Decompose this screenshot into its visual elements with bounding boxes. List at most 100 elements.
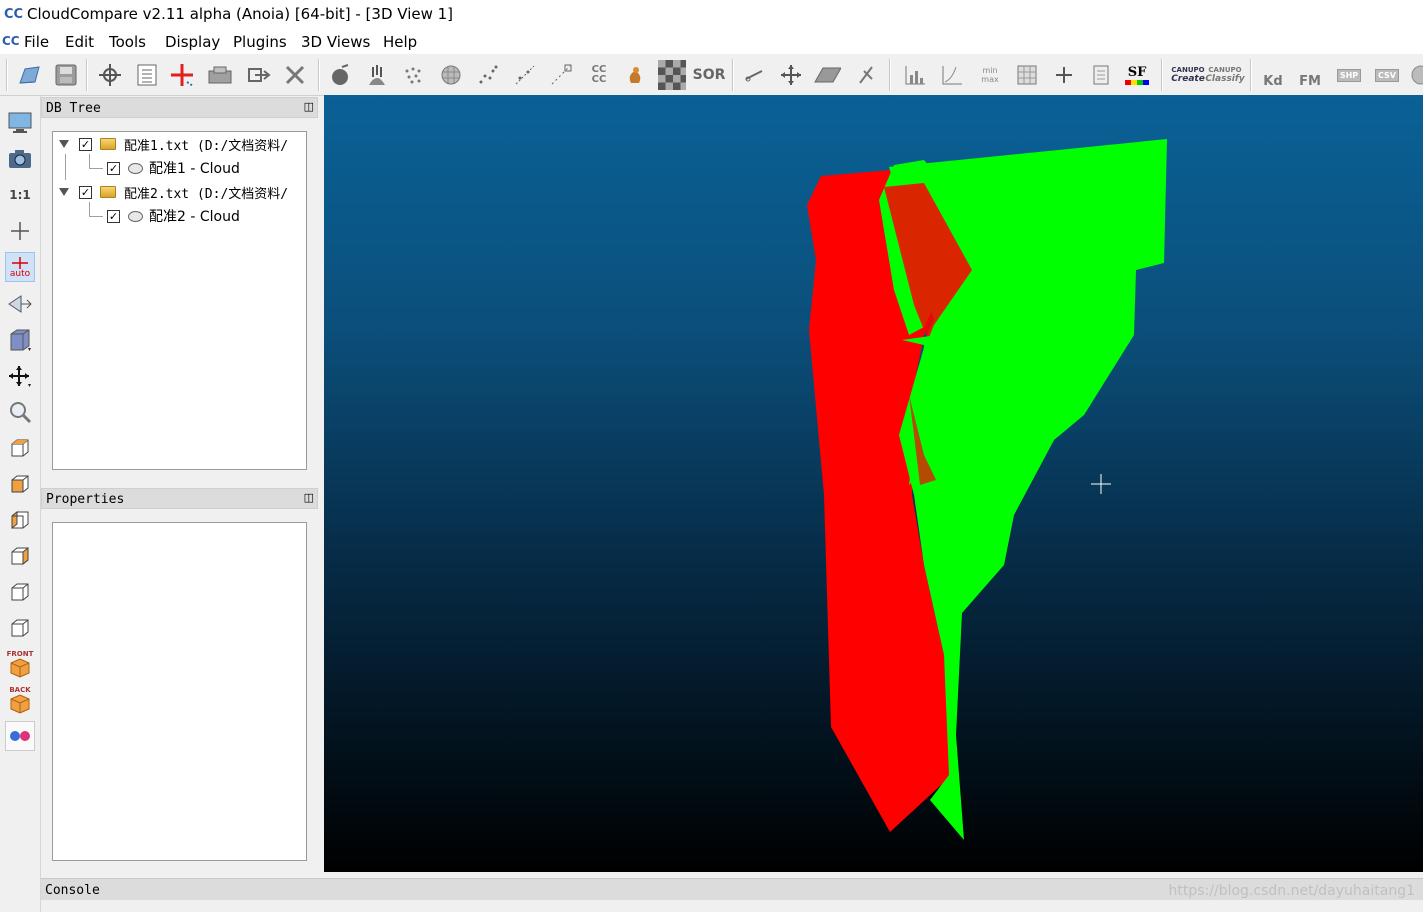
- pivot-icon[interactable]: [5, 216, 35, 246]
- pick-point-icon[interactable]: [96, 61, 124, 89]
- tree-checkbox[interactable]: ✓: [79, 185, 92, 199]
- compare-icon[interactable]: CC CC: [585, 61, 613, 89]
- clone-icon[interactable]: [206, 61, 234, 89]
- sf-label: SF: [1127, 65, 1147, 80]
- menu-edit[interactable]: Edit: [65, 33, 94, 51]
- expand-arrow-icon[interactable]: [59, 188, 69, 196]
- menu-file[interactable]: File: [24, 33, 49, 51]
- expand-arrow-icon[interactable]: [59, 140, 69, 148]
- plus-icon[interactable]: [1050, 61, 1078, 89]
- view-back-icon[interactable]: [5, 613, 35, 643]
- translate-rotate-icon[interactable]: [168, 61, 196, 89]
- view-toolbar: 1:1 auto FRONT BACK: [0, 96, 41, 912]
- zoom-icon[interactable]: [5, 397, 35, 427]
- move-icon[interactable]: [777, 61, 805, 89]
- view-right-icon[interactable]: [5, 541, 35, 571]
- float-panel-icon[interactable]: ◫: [304, 100, 314, 113]
- cloud-icon: [128, 162, 143, 174]
- save-icon[interactable]: [52, 61, 80, 89]
- camera-icon[interactable]: [5, 144, 35, 174]
- tree-item-cloud-1[interactable]: ✓ 配准1 - Cloud: [107, 157, 307, 179]
- back-label: BACK: [9, 686, 31, 694]
- min-label: min: [982, 66, 998, 75]
- float-panel-icon[interactable]: ◫: [304, 491, 314, 504]
- scatter-2-icon[interactable]: [511, 61, 539, 89]
- tree-checkbox[interactable]: ✓: [107, 161, 120, 175]
- view-front-icon[interactable]: [5, 469, 35, 499]
- canupo-create-label: Create: [1171, 74, 1205, 84]
- auto-pivot-icon[interactable]: auto: [5, 252, 35, 282]
- cloud-icon: [128, 210, 143, 222]
- mesh-icon[interactable]: [437, 61, 465, 89]
- properties-header: Properties ◫: [41, 488, 318, 509]
- tree-checkbox[interactable]: ✓: [79, 137, 92, 151]
- kd-icon[interactable]: Kd: [1259, 61, 1287, 89]
- cube-view-icon[interactable]: [5, 325, 35, 355]
- watermark: https://blog.csdn.net/dayuhaitang1: [1168, 883, 1415, 899]
- list-icon[interactable]: [133, 61, 161, 89]
- menu-3d-views[interactable]: 3D Views: [301, 33, 370, 51]
- delete-icon[interactable]: [281, 61, 309, 89]
- tree-item-cloud-2[interactable]: ✓ 配准2 - Cloud: [107, 205, 307, 227]
- csv-icon[interactable]: CSV: [1373, 61, 1401, 89]
- rotate-move-icon[interactable]: [5, 361, 35, 391]
- zoom-1-1-icon[interactable]: 1:1: [5, 180, 35, 210]
- tree-item-file-2[interactable]: ✓ 配准2.txt (D:/文档资料/: [59, 181, 307, 203]
- minmax-icon[interactable]: min max: [976, 61, 1004, 89]
- point-cloud-render: [807, 139, 1167, 840]
- subsample-icon[interactable]: [399, 61, 427, 89]
- view-left-icon[interactable]: [5, 505, 35, 535]
- menu-help[interactable]: Help: [383, 33, 417, 51]
- histogram-icon[interactable]: [901, 61, 929, 89]
- canupo-classify-icon[interactable]: CANUPO Classify: [1205, 61, 1244, 89]
- fm-icon[interactable]: FM: [1296, 61, 1324, 89]
- sor-icon[interactable]: SOR: [693, 61, 726, 89]
- tree-checkbox[interactable]: ✓: [107, 209, 120, 223]
- tree-item-label: 配准1.txt (D:/文档资料/: [124, 138, 289, 154]
- perspective-icon[interactable]: [5, 289, 35, 319]
- cursor-crosshair-icon: [1091, 474, 1111, 494]
- db-tree-panel[interactable]: ✓ 配准1.txt (D:/文档资料/ ✓ 配准1 - Cloud ✓ 配准2.…: [52, 131, 307, 470]
- shp-icon[interactable]: SHP: [1335, 61, 1363, 89]
- segment-icon[interactable]: [740, 61, 768, 89]
- properties-panel[interactable]: [52, 522, 307, 861]
- menu-app-icon[interactable]: CC: [2, 34, 20, 48]
- csv-label: CSV: [1375, 68, 1399, 82]
- scatter-icon[interactable]: [474, 61, 502, 89]
- sf-icon[interactable]: SF: [1123, 61, 1151, 89]
- normals-icon[interactable]: [363, 61, 391, 89]
- primitive-icon[interactable]: [621, 61, 649, 89]
- auto-label: auto: [9, 268, 31, 279]
- iso-front-icon[interactable]: FRONT: [5, 649, 35, 679]
- console-title: Console: [45, 883, 100, 898]
- measure-icon[interactable]: [852, 61, 880, 89]
- main-toolbar: CC CC SOR min max SF CANUPO Create CANUP…: [0, 55, 1423, 96]
- calc-icon[interactable]: [1013, 61, 1041, 89]
- open-icon[interactable]: [16, 61, 44, 89]
- checker-icon[interactable]: [658, 60, 686, 90]
- folder-icon: [100, 138, 116, 150]
- plane-icon[interactable]: [813, 61, 841, 89]
- menu-tools[interactable]: Tools: [109, 33, 146, 51]
- front-label: FRONT: [6, 650, 34, 658]
- tree-item-file-1[interactable]: ✓ 配准1.txt (D:/文档资料/: [59, 133, 307, 155]
- menu-plugins[interactable]: Plugins: [233, 33, 287, 51]
- canupo-create-icon[interactable]: CANUPO Create: [1171, 61, 1205, 89]
- extra-icon[interactable]: [1407, 61, 1423, 89]
- tree-item-label: 配准2 - Cloud: [149, 209, 240, 225]
- view-top-icon[interactable]: [5, 433, 35, 463]
- iso-back-icon[interactable]: BACK: [5, 685, 35, 715]
- merge-icon[interactable]: [244, 61, 272, 89]
- canupo-classify-label: Classify: [1205, 74, 1245, 84]
- curve-icon[interactable]: [938, 61, 966, 89]
- grid-icon[interactable]: [1087, 61, 1115, 89]
- menu-display[interactable]: Display: [165, 33, 220, 51]
- scatter-3-icon[interactable]: [547, 61, 575, 89]
- stereo-icon[interactable]: [5, 721, 35, 751]
- view-bottom-icon[interactable]: [5, 577, 35, 607]
- sample-icon[interactable]: [326, 61, 354, 89]
- menu-bar: CC File Edit Tools Display Plugins 3D Vi…: [0, 29, 1423, 54]
- 3d-viewport[interactable]: [324, 95, 1423, 872]
- properties-title: Properties: [46, 492, 125, 507]
- fullscreen-icon[interactable]: [5, 108, 35, 138]
